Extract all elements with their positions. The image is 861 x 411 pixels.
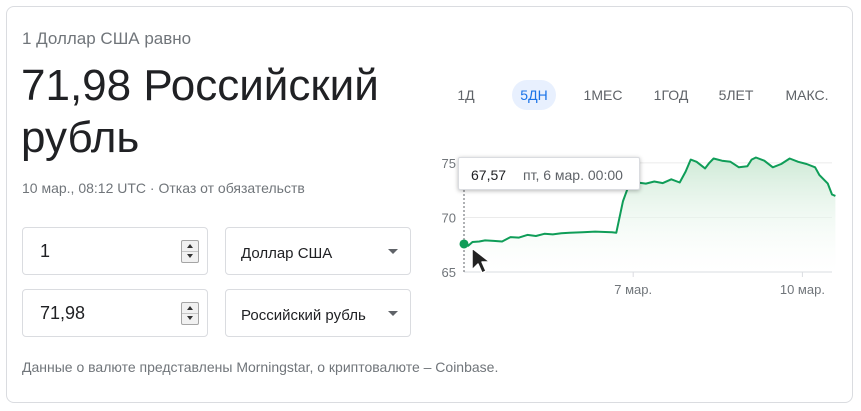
conversion-subtitle: 1 Доллар США равно (22, 29, 192, 48)
from-currency-select[interactable]: Доллар США (225, 227, 411, 275)
hover-point (459, 239, 469, 249)
conversion-result: 71,98 Российский рубль (21, 60, 431, 164)
tab-5y[interactable]: 5ЛЕТ (712, 80, 760, 110)
rate-timestamp: 10 мар., 08:12 UTC (22, 180, 147, 196)
y-tick-label: 75 (442, 156, 456, 171)
chevron-down-icon (187, 254, 193, 258)
from-amount-input[interactable] (23, 228, 190, 274)
to-currency-label: Российский рубль (241, 307, 366, 324)
chevron-up-icon (187, 306, 193, 310)
chevron-down-icon (187, 316, 193, 320)
dropdown-arrow-icon (388, 249, 398, 254)
to-amount-stepper[interactable] (181, 302, 199, 325)
data-source-note: Данные о валюте представлены Morningstar… (22, 359, 499, 375)
tab-1m[interactable]: 1МЕС (575, 80, 631, 110)
to-currency-select[interactable]: Российский рубль (225, 289, 411, 337)
tooltip-date: пт, 6 мар. 00:00 (523, 167, 623, 183)
x-tick-label: 10 мар. (780, 282, 825, 297)
to-decrement-button[interactable] (182, 313, 198, 323)
tab-max[interactable]: МАКС. (777, 80, 837, 110)
from-decrement-button[interactable] (182, 251, 198, 261)
rate-meta: 10 мар., 08:12 UTC · Отказ от обязательс… (22, 180, 305, 196)
tab-5d[interactable]: 5ДН (512, 80, 556, 110)
x-tick-label: 7 мар. (614, 282, 652, 297)
from-currency-label: Доллар США (241, 245, 333, 262)
dropdown-arrow-icon (388, 311, 398, 316)
mouse-cursor-icon (471, 247, 491, 274)
tooltip-value: 67,57 (471, 167, 507, 183)
from-amount-field[interactable] (22, 227, 208, 275)
time-range-tabs: 1Д 5ДН 1МЕС 1ГОД 5ЛЕТ МАКС. (444, 80, 839, 110)
chart-tooltip: 67,57 пт, 6 мар. 00:00 (458, 157, 640, 190)
y-tick-label: 70 (442, 210, 456, 225)
y-tick-label: 65 (442, 265, 456, 280)
to-amount-input[interactable] (23, 290, 190, 336)
from-amount-stepper[interactable] (181, 240, 199, 263)
tab-1d[interactable]: 1Д (445, 80, 487, 110)
meta-separator: · (149, 180, 155, 196)
to-amount-field[interactable] (22, 289, 208, 337)
result-value: 71,98 (21, 61, 132, 110)
disclaimer-link[interactable]: Отказ от обязательств (158, 180, 304, 196)
tab-1y[interactable]: 1ГОД (645, 80, 697, 110)
chevron-up-icon (187, 244, 193, 248)
